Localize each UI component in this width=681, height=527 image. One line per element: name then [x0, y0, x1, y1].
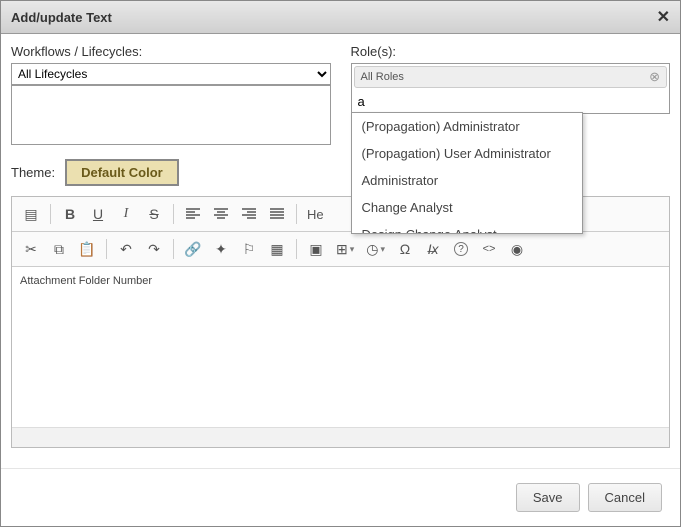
toolbar-separator	[296, 239, 297, 259]
editor-toolbar-row-2: ✂ ⧉ 📋 ↶ ↷ 🔗 ✦ ⚐ ▦ ▣ ⊞▾ ◷▾ Ω I̶x ? <> ◉	[12, 232, 669, 267]
source-icon[interactable]: ▤	[18, 201, 44, 227]
roles-search-input[interactable]	[356, 92, 666, 111]
link-icon[interactable]: 🔗	[180, 236, 206, 262]
preview-icon[interactable]: ◉	[504, 236, 530, 262]
roles-chip-all[interactable]: All Roles ⊗	[354, 66, 668, 88]
dialog-title: Add/update Text	[11, 10, 112, 25]
bold-icon[interactable]: B	[57, 201, 83, 227]
toolbar-separator	[173, 239, 174, 259]
dialog: Add/update Text ✕ Workflows / Lifecycles…	[0, 0, 681, 527]
editor-content-area[interactable]: Attachment Folder Number	[12, 267, 669, 427]
save-button[interactable]: Save	[516, 483, 580, 512]
theme-color-button[interactable]: Default Color	[65, 159, 179, 186]
align-left-icon[interactable]	[180, 201, 206, 227]
chevron-down-icon: ▾	[380, 244, 385, 255]
copy-icon[interactable]: ⧉	[46, 236, 72, 262]
cancel-button[interactable]: Cancel	[588, 483, 662, 512]
image-icon[interactable]: ▣	[303, 236, 329, 262]
roles-label: Role(s):	[351, 44, 671, 59]
chip-remove-icon[interactable]: ⊗	[649, 69, 660, 85]
workflows-column: Workflows / Lifecycles: All Lifecycles	[11, 44, 331, 145]
chevron-down-icon: ▾	[350, 244, 355, 255]
code-icon[interactable]: <>	[476, 236, 502, 262]
table-dropdown-icon[interactable]: ⊞▾	[331, 236, 359, 262]
editor-statusbar	[12, 427, 669, 447]
align-right-icon[interactable]	[236, 201, 262, 227]
insert-table-icon[interactable]: ▦	[264, 236, 290, 262]
underline-icon[interactable]: U	[85, 201, 111, 227]
italic-icon[interactable]: I	[113, 201, 139, 227]
align-center-icon[interactable]	[208, 201, 234, 227]
dialog-content: Workflows / Lifecycles: All Lifecycles R…	[1, 34, 680, 458]
autocomplete-item[interactable]: (Propagation) Administrator	[352, 113, 582, 140]
heading-dropdown[interactable]: He	[303, 207, 328, 222]
autocomplete-item[interactable]: Change Analyst	[352, 194, 582, 221]
cut-icon[interactable]: ✂	[18, 236, 44, 262]
align-justify-icon[interactable]	[264, 201, 290, 227]
close-icon[interactable]: ✕	[657, 7, 670, 27]
paste-icon[interactable]: 📋	[74, 236, 100, 262]
theme-label: Theme:	[11, 165, 55, 180]
help-icon[interactable]: ?	[448, 236, 474, 262]
toolbar-separator	[50, 204, 51, 224]
unlink-icon[interactable]: ✦	[208, 236, 234, 262]
special-char-icon[interactable]: Ω	[392, 236, 418, 262]
roles-column: Role(s): All Roles ⊗ (Propagation) Admin…	[351, 44, 671, 145]
dialog-footer: Save Cancel	[1, 468, 680, 526]
redo-icon[interactable]: ↷	[141, 236, 167, 262]
undo-icon[interactable]: ↶	[113, 236, 139, 262]
toolbar-separator	[173, 204, 174, 224]
toolbar-separator	[106, 239, 107, 259]
lifecycles-listbox[interactable]	[11, 85, 331, 145]
roles-chip-label: All Roles	[361, 71, 404, 83]
editor-text: Attachment Folder Number	[20, 275, 152, 287]
autocomplete-item[interactable]: (Propagation) User Administrator	[352, 140, 582, 167]
roles-autocomplete: (Propagation) Administrator (Propagation…	[351, 112, 583, 234]
lifecycles-select[interactable]: All Lifecycles	[11, 63, 331, 85]
roles-input-area[interactable]: All Roles ⊗	[351, 63, 671, 114]
workflows-label: Workflows / Lifecycles:	[11, 44, 331, 59]
titlebar: Add/update Text ✕	[1, 1, 680, 34]
time-dropdown-icon[interactable]: ◷▾	[361, 236, 390, 262]
autocomplete-item[interactable]: Administrator	[352, 167, 582, 194]
autocomplete-item[interactable]: Design Change Analyst	[352, 221, 582, 233]
toolbar-separator	[296, 204, 297, 224]
bookmark-icon[interactable]: ⚐	[236, 236, 262, 262]
strike-icon[interactable]: S	[141, 201, 167, 227]
clear-format-icon[interactable]: I̶x	[420, 236, 446, 262]
